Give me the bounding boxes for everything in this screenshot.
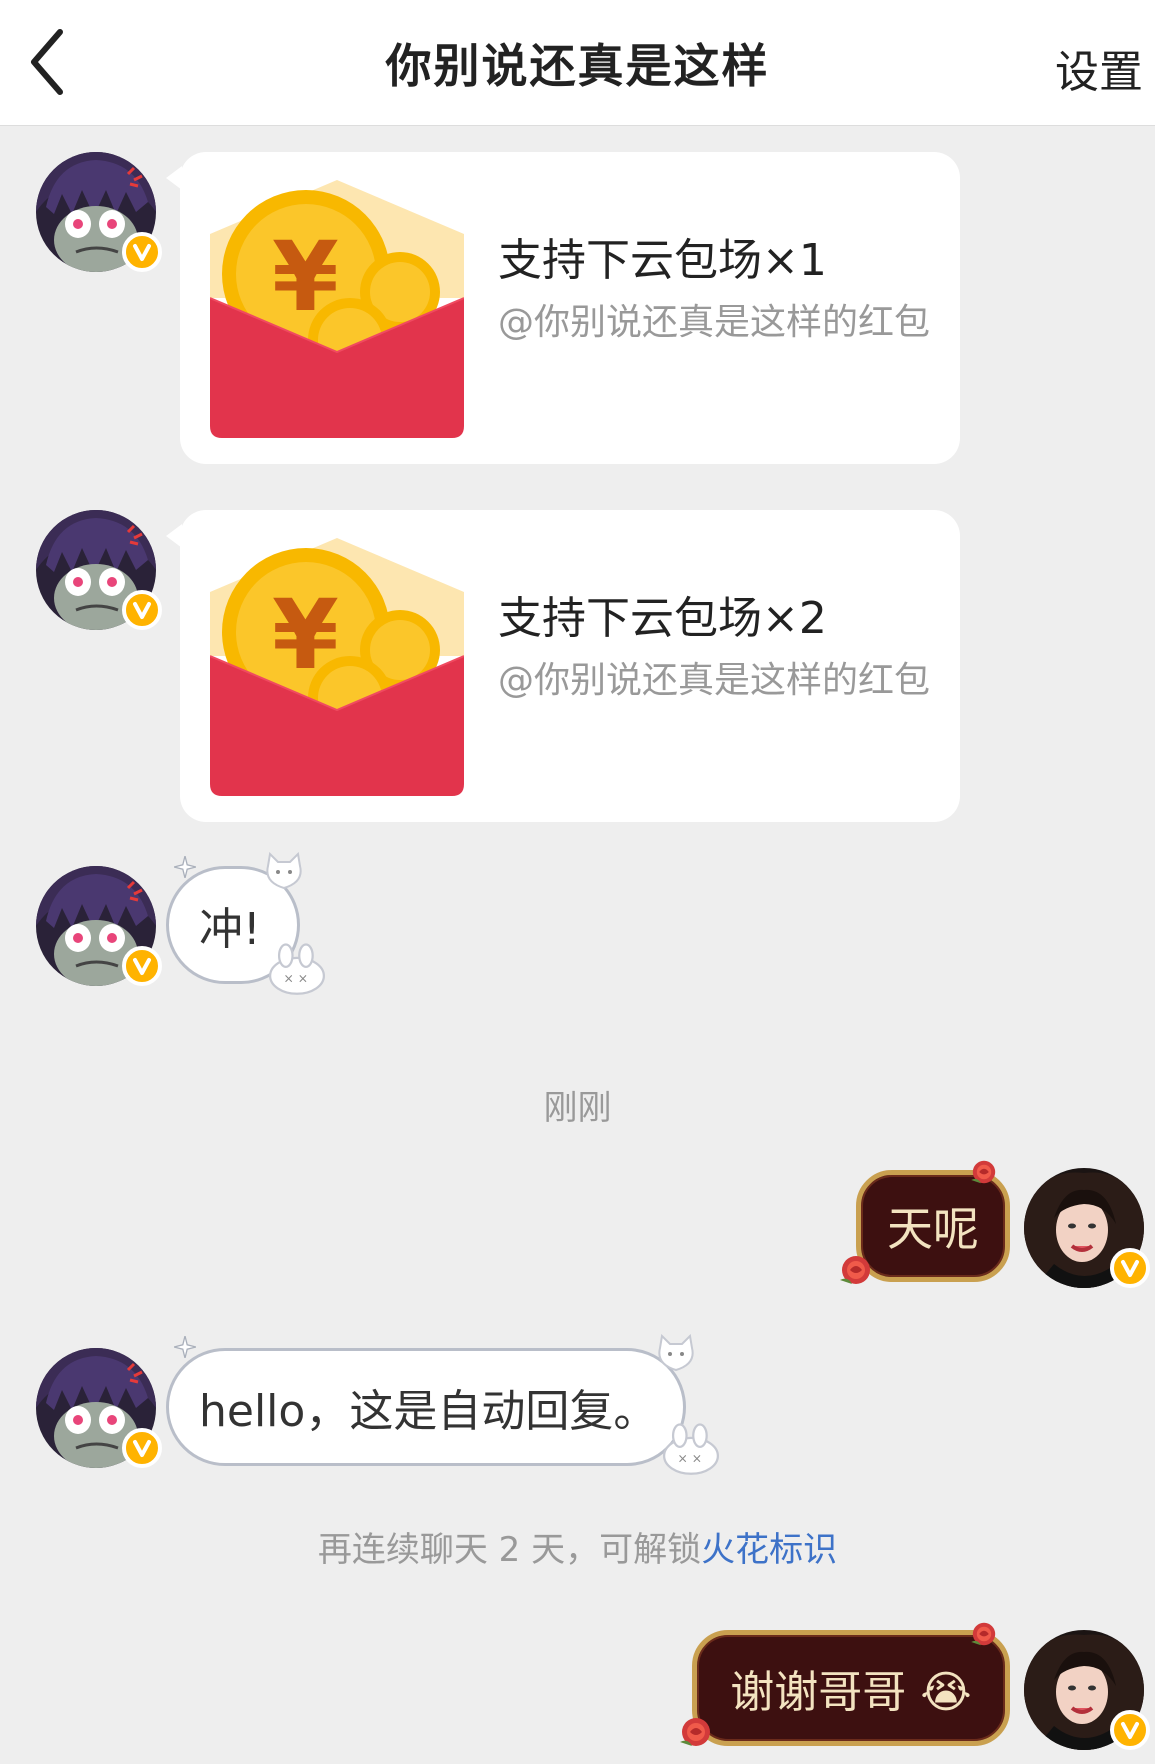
verified-badge-icon <box>1110 1248 1150 1288</box>
avatar-other[interactable] <box>36 510 162 630</box>
spark-badge-link[interactable]: 火花标识 <box>701 1530 837 1570</box>
message-text: 天呢 <box>887 1202 979 1256</box>
message-text: 谢谢哥哥 <box>730 1667 907 1718</box>
rose-decoration-icon <box>968 1156 1000 1188</box>
avatar-me[interactable] <box>1024 1168 1150 1288</box>
message-text: 冲! <box>199 904 261 955</box>
avatar-me[interactable] <box>1024 1630 1150 1750</box>
avatar-other[interactable] <box>36 152 162 272</box>
rose-decoration-icon <box>968 1618 1000 1650</box>
spark-tip-text: 再连续聊天 2 天，可解锁 <box>317 1530 702 1570</box>
red-packet-subtitle: @你别说还真是这样的红包 <box>498 302 931 343</box>
red-packet-message[interactable]: 支持下云包场×1 @你别说还真是这样的红包 <box>166 152 960 464</box>
cat-sticker-icon <box>654 1334 698 1374</box>
chat-title: 你别说还真是这样 <box>385 39 770 93</box>
red-packet-title: 支持下云包场×2 <box>498 593 827 644</box>
verified-badge-icon <box>1110 1710 1150 1750</box>
avatar-other[interactable] <box>36 1348 162 1468</box>
red-envelope-icon <box>210 180 464 438</box>
verified-badge-icon <box>122 232 162 272</box>
rose-decoration-icon <box>836 1250 876 1290</box>
red-packet-title: 支持下云包场×1 <box>498 235 827 286</box>
verified-badge-icon <box>122 946 162 986</box>
message-text: hello，这是自动回复。 <box>199 1386 658 1437</box>
red-envelope-icon <box>210 538 464 796</box>
top-bar: 你别说还真是这样 设置 <box>0 0 1155 126</box>
bunny-sticker-icon <box>656 1420 726 1476</box>
bunny-sticker-icon <box>262 940 332 996</box>
cat-sticker-icon <box>262 852 306 892</box>
sparkle-icon <box>174 1336 196 1358</box>
red-packet-message[interactable]: 支持下云包场×2 @你别说还真是这样的红包 <box>166 510 960 822</box>
settings-button[interactable]: 设置 <box>1055 36 1143 100</box>
rose-decoration-icon <box>676 1712 716 1752</box>
crying-emoji-icon: 😭 <box>920 1667 972 1718</box>
red-packet-subtitle: @你别说还真是这样的红包 <box>498 660 931 701</box>
timestamp: 刚刚 <box>543 1088 612 1128</box>
spark-tip: 再连续聊天 2 天，可解锁火花标识 <box>0 1522 1155 1571</box>
verified-badge-icon <box>122 1428 162 1468</box>
verified-badge-icon <box>122 590 162 630</box>
avatar-other[interactable] <box>36 866 162 986</box>
message-bubble[interactable]: hello，这是自动回复。 <box>166 1348 686 1466</box>
message-bubble[interactable]: 谢谢哥哥 😭 <box>692 1630 1010 1746</box>
